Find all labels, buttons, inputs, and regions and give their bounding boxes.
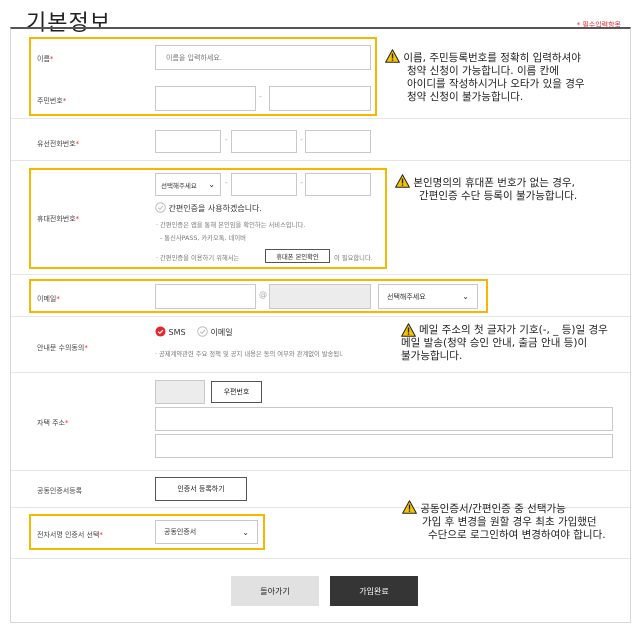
check-circle-icon <box>197 326 208 337</box>
address-line-1-input[interactable] <box>155 407 613 431</box>
mobile-highlight <box>29 168 387 269</box>
name-rrn-highlight <box>29 37 377 116</box>
row-divider <box>11 558 630 559</box>
check-circle-icon <box>155 326 166 337</box>
landline-separator-1: - <box>225 135 228 144</box>
postcode-button[interactable]: 우편번호 <box>211 381 262 403</box>
warning-icon <box>395 174 410 188</box>
row-divider <box>11 316 630 317</box>
warning-icon <box>401 323 416 337</box>
landline-area-input[interactable] <box>155 130 221 153</box>
landline-mid-input[interactable] <box>231 130 297 153</box>
certificate-label: 공동인증서등록 <box>37 487 83 495</box>
consent-label: 안내문 수의동의* <box>37 344 88 352</box>
address-line-2-input[interactable] <box>155 434 613 458</box>
consent-email-radio[interactable]: 이메일 <box>197 326 233 338</box>
row-divider <box>11 372 630 373</box>
signature-annotation: 공동인증서/간편인증 중 선택가능 가입 후 변경을 원할 경우 최초 가입했던… <box>402 500 632 542</box>
consent-sms-radio[interactable]: SMS <box>155 326 186 337</box>
consent-info: · 공제계약관련 주요 정책 및 공지 내용은 동의 여부와 관계없이 발송됩니… <box>155 351 353 358</box>
row-divider <box>11 118 630 119</box>
row-divider <box>11 470 630 471</box>
landline-separator-2: - <box>300 135 303 144</box>
name-annotation: 이름, 주민등록번호를 정확히 입력하셔야 청약 신청이 가능합니다. 이름 칸… <box>385 49 625 104</box>
postcode-input[interactable] <box>155 380 205 404</box>
landline-label: 유선전화번호* <box>37 140 80 148</box>
certificate-register-button[interactable]: 인증서 등록하기 <box>155 477 247 501</box>
warning-icon <box>385 49 400 63</box>
landline-last-input[interactable] <box>305 130 371 153</box>
back-button[interactable]: 돌아가기 <box>231 576 319 606</box>
email-annotation: 메일 주소의 첫 글자가 기호(-, _ 등)일 경우 메일 발송(청약 승인 … <box>343 322 627 369</box>
address-label: 자택 주소* <box>37 419 69 427</box>
email-highlight <box>29 279 488 313</box>
mobile-annotation: 본인명의의 휴대폰 번호가 없는 경우, 간편인증 수단 등록이 불가능합니다. <box>395 174 630 203</box>
warning-icon <box>402 500 417 514</box>
row-divider <box>11 274 630 275</box>
submit-button[interactable]: 가입완료 <box>330 576 418 606</box>
signature-highlight <box>29 514 265 550</box>
row-divider <box>11 160 630 161</box>
